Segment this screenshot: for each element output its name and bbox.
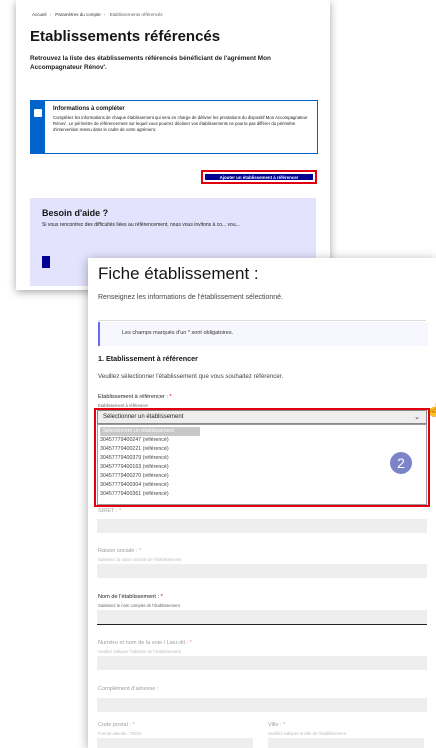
dropdown-option[interactable]: 30457779400221 (référencé) bbox=[100, 445, 200, 454]
nom-etablissement-label: Nom de l'établissement : * bbox=[98, 594, 163, 600]
raison-sociale-hint: Saisissez la raison sociale de l'établis… bbox=[98, 557, 182, 562]
hand-cursor-icon: ☝ bbox=[426, 402, 436, 417]
ville-input[interactable] bbox=[268, 738, 424, 748]
nom-etablissement-input[interactable] bbox=[97, 610, 427, 625]
code-postal-hint: Format attendu : 75010 bbox=[98, 731, 142, 736]
establishment-dropdown-list: Sélectionner un établissement 3045777940… bbox=[97, 424, 427, 505]
help-contact-button[interactable] bbox=[42, 256, 50, 268]
voie-hint: Veuillez indiquer l'adresse de l'établis… bbox=[98, 649, 181, 654]
info-callout-text: Complétez les informations de chaque éta… bbox=[53, 115, 308, 132]
establishments-list-page: Accueil › Paramètres du compte › Etablisse… bbox=[16, 0, 330, 290]
complement-adresse-label: Complément d'adresse : bbox=[98, 686, 159, 692]
page-title: Etablissements référencés bbox=[30, 28, 221, 45]
section-subtitle: Veuillez sélectionner l'établissement qu… bbox=[98, 373, 284, 380]
form-subtitle: Renseignez les informations de l'établis… bbox=[98, 294, 283, 301]
establishment-select-label: Etablissement à référencer : * bbox=[98, 394, 172, 400]
establishment-select-value: Sélectionner un établissement bbox=[103, 414, 184, 420]
breadcrumb-home[interactable]: Accueil bbox=[32, 12, 47, 17]
dropdown-option-placeholder[interactable]: Sélectionner un établissement bbox=[100, 427, 200, 436]
voie-input[interactable] bbox=[97, 656, 427, 670]
dropdown-option[interactable]: 30457779400379 (référencé) bbox=[100, 454, 200, 463]
step-number-badge: 2 bbox=[390, 452, 412, 474]
breadcrumb-account-settings[interactable]: Paramètres du compte bbox=[55, 12, 101, 17]
raison-sociale-input[interactable] bbox=[97, 564, 427, 578]
dropdown-option[interactable]: 30457779400247 (référencé) bbox=[100, 436, 200, 445]
breadcrumb-current: Etablissements référencés bbox=[109, 12, 163, 17]
code-postal-input[interactable] bbox=[97, 738, 253, 748]
chevron-down-icon: ⌄ bbox=[414, 414, 420, 421]
page-subtitle: Retrouvez la liste des établissements ré… bbox=[30, 55, 271, 71]
add-establishment-button-highlight: Ajouter un établissement à référencer bbox=[201, 170, 317, 184]
establishment-form-page: Fiche établissement : Renseignez les inf… bbox=[88, 258, 436, 748]
info-icon bbox=[34, 109, 42, 117]
dropdown-option[interactable]: 30457779400361 (référencé) bbox=[100, 490, 200, 499]
siret-label: SIRET : * bbox=[98, 508, 122, 514]
voie-label: Numéro et nom de la voie / Lieu-dit : * bbox=[98, 640, 192, 646]
siret-input[interactable] bbox=[97, 519, 427, 533]
info-callout-title: Informations à compléter bbox=[53, 106, 125, 112]
raison-sociale-label: Raison sociale : * bbox=[98, 548, 142, 554]
breadcrumb: Accueil › Paramètres du compte › Etablisse… bbox=[32, 12, 163, 17]
establishment-select[interactable]: Sélectionner un établissement ⌄ bbox=[97, 410, 427, 424]
form-title: Fiche établissement : bbox=[98, 264, 259, 283]
ville-hint: Veuillez indiquer la ville de l'établiss… bbox=[268, 731, 346, 736]
code-postal-label: Code postal : * bbox=[98, 722, 135, 728]
info-callout-bar bbox=[31, 101, 45, 153]
dropdown-option[interactable]: 30457779400270 (référencé) bbox=[100, 472, 200, 481]
required-notice-text: Les champs marqués d'un * sont obligatoi… bbox=[122, 330, 234, 336]
dropdown-option[interactable]: 30457779400304 (référencé) bbox=[100, 481, 200, 490]
required-notice: Les champs marqués d'un * sont obligatoi… bbox=[98, 322, 428, 346]
dropdown-option[interactable]: 30457779400163 (référencé) bbox=[100, 463, 200, 472]
help-text: Si vous rencontrez des difficultés liées… bbox=[42, 222, 240, 228]
nom-etablissement-hint: Saisissez le nom complet de l'établissem… bbox=[98, 603, 180, 608]
help-title: Besoin d'aide ? bbox=[42, 208, 109, 218]
establishment-select-hint: Etablissement à référencer bbox=[98, 403, 149, 408]
divider bbox=[98, 320, 426, 321]
info-callout: Informations à compléter Complétez les i… bbox=[30, 100, 318, 154]
required-asterisk: * bbox=[169, 394, 172, 400]
add-establishment-button[interactable]: Ajouter un établissement à référencer bbox=[205, 174, 313, 180]
ville-label: Ville : * bbox=[268, 722, 286, 728]
complement-adresse-input[interactable] bbox=[97, 698, 427, 712]
section-title: 1. Etablissement à référencer bbox=[98, 354, 198, 363]
